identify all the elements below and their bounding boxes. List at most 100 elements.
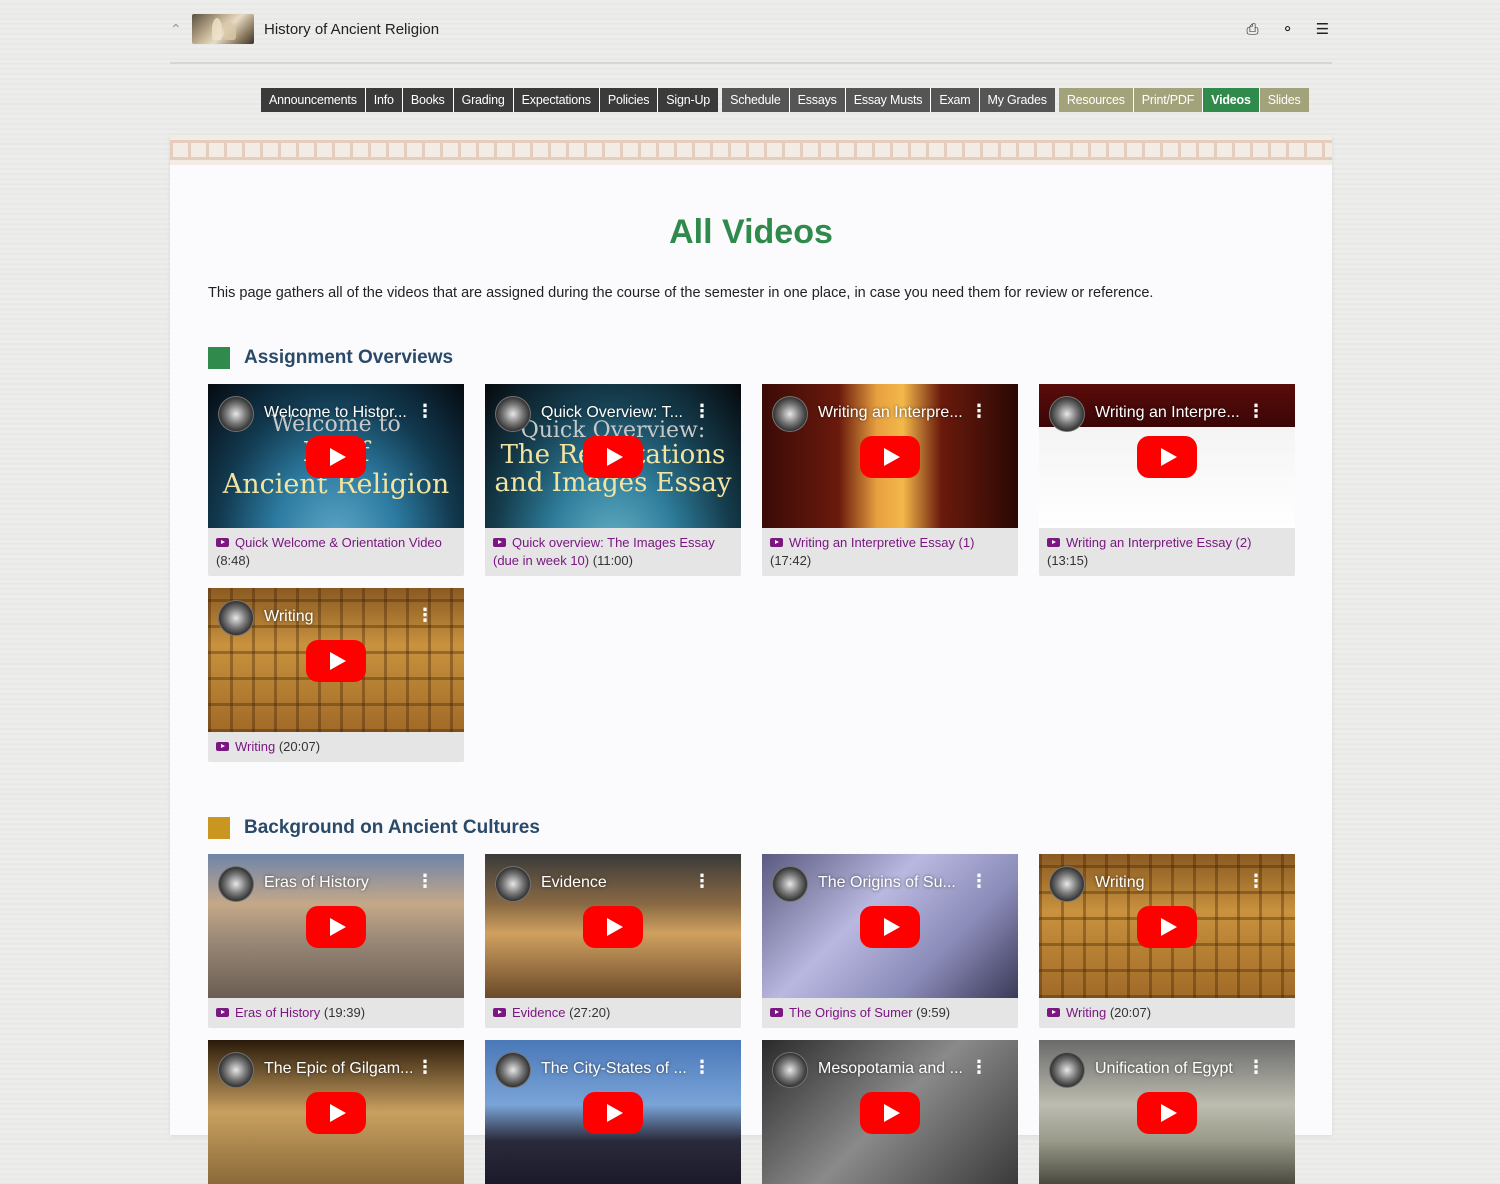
print-icon[interactable]: ⎙ [1243, 20, 1262, 39]
video-title[interactable]: The Epic of Gilgam... [264, 1060, 413, 1078]
video-caption: Writing (20:07) [1039, 998, 1295, 1028]
tab-exam[interactable]: Exam [931, 88, 980, 112]
video-thumbnail[interactable]: The City-States of ... ⋮ [485, 1040, 741, 1184]
channel-avatar[interactable] [1049, 396, 1085, 432]
more-options-icon[interactable]: ⋮ [416, 402, 434, 420]
channel-avatar[interactable] [495, 866, 531, 902]
tab-policies[interactable]: Policies [599, 88, 659, 112]
menu-icon[interactable]: ☰ [1313, 20, 1332, 39]
channel-avatar[interactable] [218, 866, 254, 902]
more-options-icon[interactable]: ⋮ [970, 402, 988, 420]
video-link[interactable]: Writing an Interpretive Essay (2) [1066, 535, 1251, 550]
channel-avatar[interactable] [1049, 1052, 1085, 1088]
channel-avatar[interactable] [218, 396, 254, 432]
video-title[interactable]: The Origins of Su... [818, 874, 956, 892]
site-title[interactable]: History of Ancient Religion [264, 21, 439, 38]
tab-essay-musts[interactable]: Essay Musts [845, 88, 932, 112]
chevron-up-icon[interactable]: ⌃ [170, 22, 184, 36]
video-card: Unification of Egypt ⋮ [1039, 1040, 1295, 1184]
video-link[interactable]: Writing an Interpretive Essay (1) [789, 535, 974, 550]
tab-essays[interactable]: Essays [789, 88, 846, 112]
tab-schedule[interactable]: Schedule [722, 88, 790, 112]
video-thumbnail[interactable]: The Epic of Gilgam... ⋮ [208, 1040, 464, 1184]
more-options-icon[interactable]: ⋮ [970, 872, 988, 890]
video-thumbnail[interactable]: Writing an Interpre... ⋮ [762, 384, 1018, 528]
video-title[interactable]: Eras of History [264, 874, 369, 892]
tab-my-grades[interactable]: My Grades [979, 88, 1055, 112]
video-title[interactable]: Welcome to Histor... [264, 404, 407, 422]
more-options-icon[interactable]: ⋮ [416, 606, 434, 624]
tab-expectations[interactable]: Expectations [513, 88, 600, 112]
video-title[interactable]: Quick Overview: T... [541, 404, 683, 422]
play-button-icon[interactable] [583, 436, 643, 478]
tab-slides[interactable]: Slides [1259, 88, 1309, 112]
play-button-icon[interactable] [583, 906, 643, 948]
channel-avatar[interactable] [495, 396, 531, 432]
tab-videos[interactable]: Videos [1203, 88, 1260, 112]
video-title[interactable]: Writing [264, 608, 314, 626]
tab-announcements[interactable]: Announcements [261, 88, 366, 112]
play-button-icon[interactable] [306, 1092, 366, 1134]
more-options-icon[interactable]: ⋮ [1247, 872, 1265, 890]
channel-avatar[interactable] [772, 1052, 808, 1088]
play-button-icon[interactable] [860, 906, 920, 948]
tab-sign-up[interactable]: Sign-Up [658, 88, 719, 112]
site-logo[interactable] [192, 14, 254, 44]
more-options-icon[interactable]: ⋮ [693, 872, 711, 890]
video-title[interactable]: Writing an Interpre... [1095, 404, 1240, 422]
video-link[interactable]: Evidence [512, 1005, 565, 1020]
video-link[interactable]: The Origins of Sumer [789, 1005, 913, 1020]
more-options-icon[interactable]: ⋮ [693, 402, 711, 420]
play-button-icon[interactable] [1137, 436, 1197, 478]
video-title[interactable]: The City-States of ... [541, 1060, 687, 1078]
tab-print-pdf[interactable]: Print/PDF [1133, 88, 1204, 112]
video-title[interactable]: Evidence [541, 874, 607, 892]
video-title[interactable]: Mesopotamia and ... [818, 1060, 963, 1078]
play-button-icon[interactable] [860, 1092, 920, 1134]
video-link[interactable]: Writing [235, 739, 275, 754]
more-options-icon[interactable]: ⋮ [416, 872, 434, 890]
video-link[interactable]: Quick Welcome & Orientation Video [235, 535, 442, 550]
globe-icon[interactable]: ⚬ [1278, 20, 1297, 39]
tab-resources[interactable]: Resources [1058, 88, 1134, 112]
video-title[interactable]: Unification of Egypt [1095, 1060, 1233, 1078]
play-button-icon[interactable] [583, 1092, 643, 1134]
video-thumbnail[interactable]: Unification of Egypt ⋮ [1039, 1040, 1295, 1184]
channel-avatar[interactable] [218, 1052, 254, 1088]
video-title[interactable]: Writing an Interpre... [818, 404, 963, 422]
play-button-icon[interactable] [306, 640, 366, 682]
video-thumbnail[interactable]: Welcome to Hi of Ancient Religion Welcom… [208, 384, 464, 528]
video-thumbnail[interactable]: Writing ⋮ [208, 588, 464, 732]
video-link[interactable]: Writing [1066, 1005, 1106, 1020]
play-button-icon[interactable] [306, 906, 366, 948]
play-button-icon[interactable] [1137, 1092, 1197, 1134]
tab-books[interactable]: Books [402, 88, 454, 112]
more-options-icon[interactable]: ⋮ [1247, 402, 1265, 420]
video-title[interactable]: Writing [1095, 874, 1145, 892]
more-options-icon[interactable]: ⋮ [970, 1058, 988, 1076]
channel-avatar[interactable] [1049, 866, 1085, 902]
tab-grading[interactable]: Grading [453, 88, 514, 112]
channel-avatar[interactable] [218, 600, 254, 636]
video-card: Mesopotamia and ... ⋮ [762, 1040, 1018, 1184]
video-thumbnail[interactable]: Writing ⋮ [1039, 854, 1295, 998]
channel-avatar[interactable] [495, 1052, 531, 1088]
video-link[interactable]: Eras of History [235, 1005, 320, 1020]
channel-avatar[interactable] [772, 866, 808, 902]
video-thumbnail[interactable]: Mesopotamia and ... ⋮ [762, 1040, 1018, 1184]
tab-info[interactable]: Info [365, 88, 403, 112]
channel-avatar[interactable] [772, 396, 808, 432]
video-caption: Eras of History (19:39) [208, 998, 464, 1028]
header-divider [170, 62, 1332, 64]
video-thumbnail[interactable]: Quick Overview: The Rep ntations and Ima… [485, 384, 741, 528]
more-options-icon[interactable]: ⋮ [693, 1058, 711, 1076]
video-thumbnail[interactable]: Eras of History ⋮ [208, 854, 464, 998]
video-thumbnail[interactable]: Writing an Interpre... ⋮ [1039, 384, 1295, 528]
play-button-icon[interactable] [1137, 906, 1197, 948]
play-button-icon[interactable] [860, 436, 920, 478]
video-thumbnail[interactable]: Evidence ⋮ [485, 854, 741, 998]
more-options-icon[interactable]: ⋮ [416, 1058, 434, 1076]
video-thumbnail[interactable]: The Origins of Su... ⋮ [762, 854, 1018, 998]
play-button-icon[interactable] [306, 436, 366, 478]
more-options-icon[interactable]: ⋮ [1247, 1058, 1265, 1076]
